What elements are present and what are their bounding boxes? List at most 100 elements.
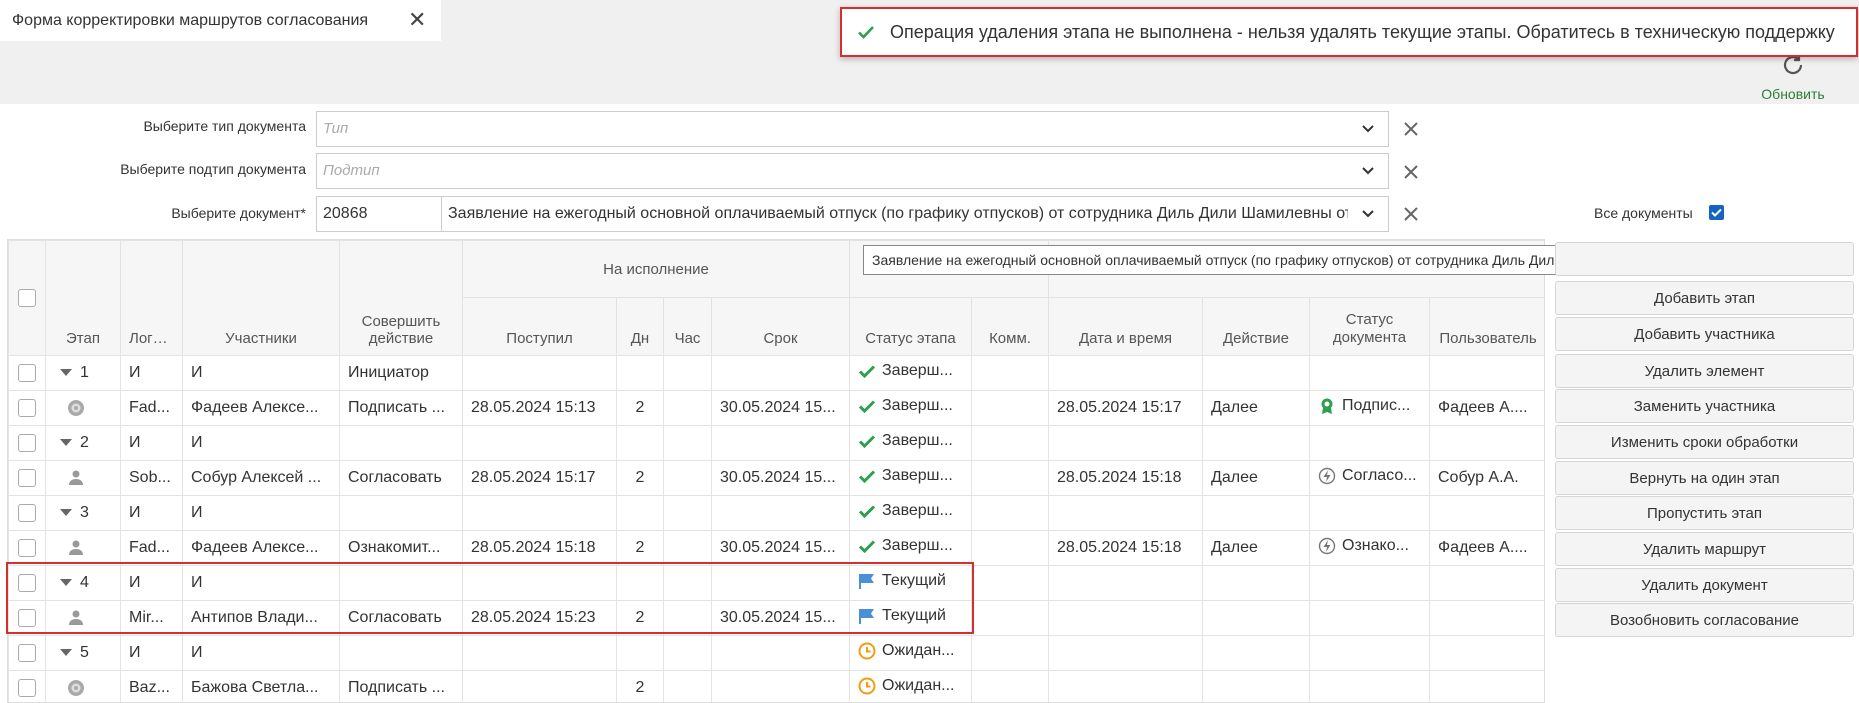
skip-stage-button[interactable]: Пропустить этап bbox=[1555, 496, 1854, 530]
doc-name: Заявление на ежегодный основной оплачива… bbox=[448, 205, 1348, 222]
delete-document-button[interactable]: Удалить документ bbox=[1555, 568, 1854, 602]
col-doc-status[interactable]: Статус документа bbox=[1309, 297, 1430, 356]
login-cell: Fad... bbox=[120, 530, 183, 566]
row-checkbox[interactable] bbox=[18, 538, 36, 557]
user-cell bbox=[1429, 565, 1544, 601]
datetime-cell: 28.05.2024 15:18 bbox=[1048, 460, 1203, 496]
add-participant-button[interactable]: Добавить участника bbox=[1555, 317, 1854, 351]
table-row[interactable]: 3 И И Заверш... bbox=[8, 495, 1544, 531]
col-user[interactable]: Пользователь bbox=[1429, 297, 1544, 356]
delete-element-button[interactable]: Удалить элемент bbox=[1555, 354, 1854, 388]
col-act[interactable]: Действие bbox=[1202, 297, 1310, 356]
row-checkbox[interactable] bbox=[18, 503, 36, 522]
row-checkbox[interactable] bbox=[18, 433, 36, 452]
doc-status-text: Согласо... bbox=[1342, 466, 1417, 484]
select-all-checkbox[interactable] bbox=[18, 289, 36, 308]
received-cell: 28.05.2024 15:13 bbox=[462, 390, 617, 426]
clock-icon bbox=[858, 677, 876, 694]
table-row[interactable]: Mir... Антипов Влади... Согласовать 28.05.2… bbox=[8, 600, 1544, 636]
participants-cell: И bbox=[182, 495, 340, 531]
stage-status-text: Текущий bbox=[882, 571, 946, 589]
days-cell: 2 bbox=[616, 670, 664, 702]
col-stage-status[interactable]: Статус этапа bbox=[849, 297, 972, 356]
select-all-cell[interactable] bbox=[8, 240, 46, 356]
deadline-cell: 30.05.2024 15... bbox=[711, 460, 850, 496]
resume-approval-button[interactable]: Возобновить согласование bbox=[1555, 603, 1854, 637]
clear-type-icon[interactable] bbox=[1402, 120, 1420, 138]
expand-caret-icon[interactable] bbox=[60, 579, 72, 587]
row-checkbox[interactable] bbox=[18, 363, 36, 382]
change-deadlines-button[interactable]: Изменить сроки обработки bbox=[1555, 425, 1854, 459]
expand-caret-icon[interactable] bbox=[60, 649, 72, 657]
tab-close-icon[interactable]: ✕ bbox=[408, 8, 426, 32]
row-checkbox[interactable] bbox=[18, 573, 36, 592]
doc-type-select[interactable]: Тип bbox=[316, 111, 1389, 147]
row-checkbox[interactable] bbox=[18, 398, 36, 417]
col-received[interactable]: Поступил bbox=[462, 297, 617, 356]
col-datetime[interactable]: Дата и время bbox=[1048, 297, 1203, 356]
action-cell: Инициатор bbox=[339, 355, 463, 391]
doc-id-field[interactable]: 20868 bbox=[316, 196, 442, 232]
table-row[interactable]: 1 И И Инициатор Заверш... bbox=[8, 355, 1544, 391]
bolt-icon bbox=[1318, 467, 1336, 484]
stage-status-cell: Ожидан... bbox=[849, 635, 972, 671]
tab-route-form[interactable]: Форма корректировки маршрутов согласован… bbox=[0, 0, 441, 41]
doc-select[interactable]: Заявление на ежегодный основной оплачива… bbox=[441, 196, 1389, 232]
add-stage-button[interactable]: Добавить этап bbox=[1555, 281, 1854, 315]
stage-cell: 1 bbox=[45, 355, 121, 391]
row-checkbox[interactable] bbox=[18, 468, 36, 487]
clear-subtype-icon[interactable] bbox=[1402, 163, 1420, 181]
table-row[interactable]: 4 И И Текущий bbox=[8, 565, 1544, 601]
col-hours[interactable]: Час bbox=[663, 297, 712, 356]
row-checkbox[interactable] bbox=[18, 643, 36, 662]
stage-status-cell: Текущий bbox=[849, 600, 972, 636]
row-select-cell bbox=[8, 530, 46, 566]
action-cell: Согласовать bbox=[339, 460, 463, 496]
doc-status-cell bbox=[1309, 425, 1430, 461]
clear-doc-icon[interactable] bbox=[1402, 205, 1420, 223]
expand-caret-icon[interactable] bbox=[60, 509, 72, 517]
participants-cell: Фадеев Алексе... bbox=[182, 390, 340, 426]
table-row[interactable]: Baz... Бажова Светла... Подписать ... 2 Ожид… bbox=[8, 670, 1544, 702]
expand-caret-icon[interactable] bbox=[60, 369, 72, 377]
col-days[interactable]: Дн bbox=[616, 297, 664, 356]
expand-caret-icon[interactable] bbox=[60, 439, 72, 447]
flag-icon bbox=[859, 608, 874, 624]
stage-status-text: Заверш... bbox=[882, 501, 953, 519]
check-icon bbox=[1711, 208, 1722, 217]
row-select-cell bbox=[8, 565, 46, 601]
table-row[interactable]: 2 И И Заверш... bbox=[8, 425, 1544, 461]
row-checkbox[interactable] bbox=[18, 678, 36, 697]
user-icon bbox=[69, 540, 83, 555]
row-checkbox[interactable] bbox=[18, 608, 36, 627]
doc-status-cell bbox=[1309, 600, 1430, 636]
days-cell: 2 bbox=[616, 460, 664, 496]
deadline-cell bbox=[711, 355, 850, 391]
col-stage[interactable]: Этап bbox=[45, 240, 121, 356]
replace-participant-button[interactable]: Заменить участника bbox=[1555, 389, 1854, 423]
col-participants[interactable]: Участники bbox=[182, 240, 340, 356]
comm-cell bbox=[971, 670, 1049, 702]
login-cell: И bbox=[120, 635, 183, 671]
hidden-top-button[interactable] bbox=[1555, 242, 1854, 276]
days-cell bbox=[616, 565, 664, 601]
col-deadline[interactable]: Срок bbox=[711, 297, 850, 356]
col-login[interactable]: Логины bbox=[120, 240, 183, 356]
table-row[interactable]: Sob... Собур Алексей ... Согласовать 28.05.… bbox=[8, 460, 1544, 496]
participant-icon-cell bbox=[45, 390, 121, 426]
table-row[interactable]: 5 И И Ожидан... bbox=[8, 635, 1544, 671]
col-action[interactable]: Совершить действие bbox=[339, 240, 463, 356]
check-icon bbox=[858, 504, 876, 518]
table-row[interactable]: Fad... Фадеев Алексе... Ознакомит... 28.05.… bbox=[8, 530, 1544, 566]
user-cell bbox=[1429, 425, 1544, 461]
table-row[interactable]: Fad... Фадеев Алексе... Подписать ... 28.05… bbox=[8, 390, 1544, 426]
all-docs-checkbox[interactable] bbox=[1709, 205, 1724, 220]
doc-subtype-select[interactable]: Подтип bbox=[316, 153, 1389, 189]
col-comm[interactable]: Комм. bbox=[971, 297, 1049, 356]
delete-route-button[interactable]: Удалить маршрут bbox=[1555, 532, 1854, 566]
user-cell bbox=[1429, 495, 1544, 531]
participant-icon-cell bbox=[45, 460, 121, 496]
return-stage-button[interactable]: Вернуть на один этап bbox=[1555, 461, 1854, 495]
check-icon bbox=[858, 26, 874, 39]
refresh-button[interactable]: Обновить bbox=[1755, 52, 1831, 102]
